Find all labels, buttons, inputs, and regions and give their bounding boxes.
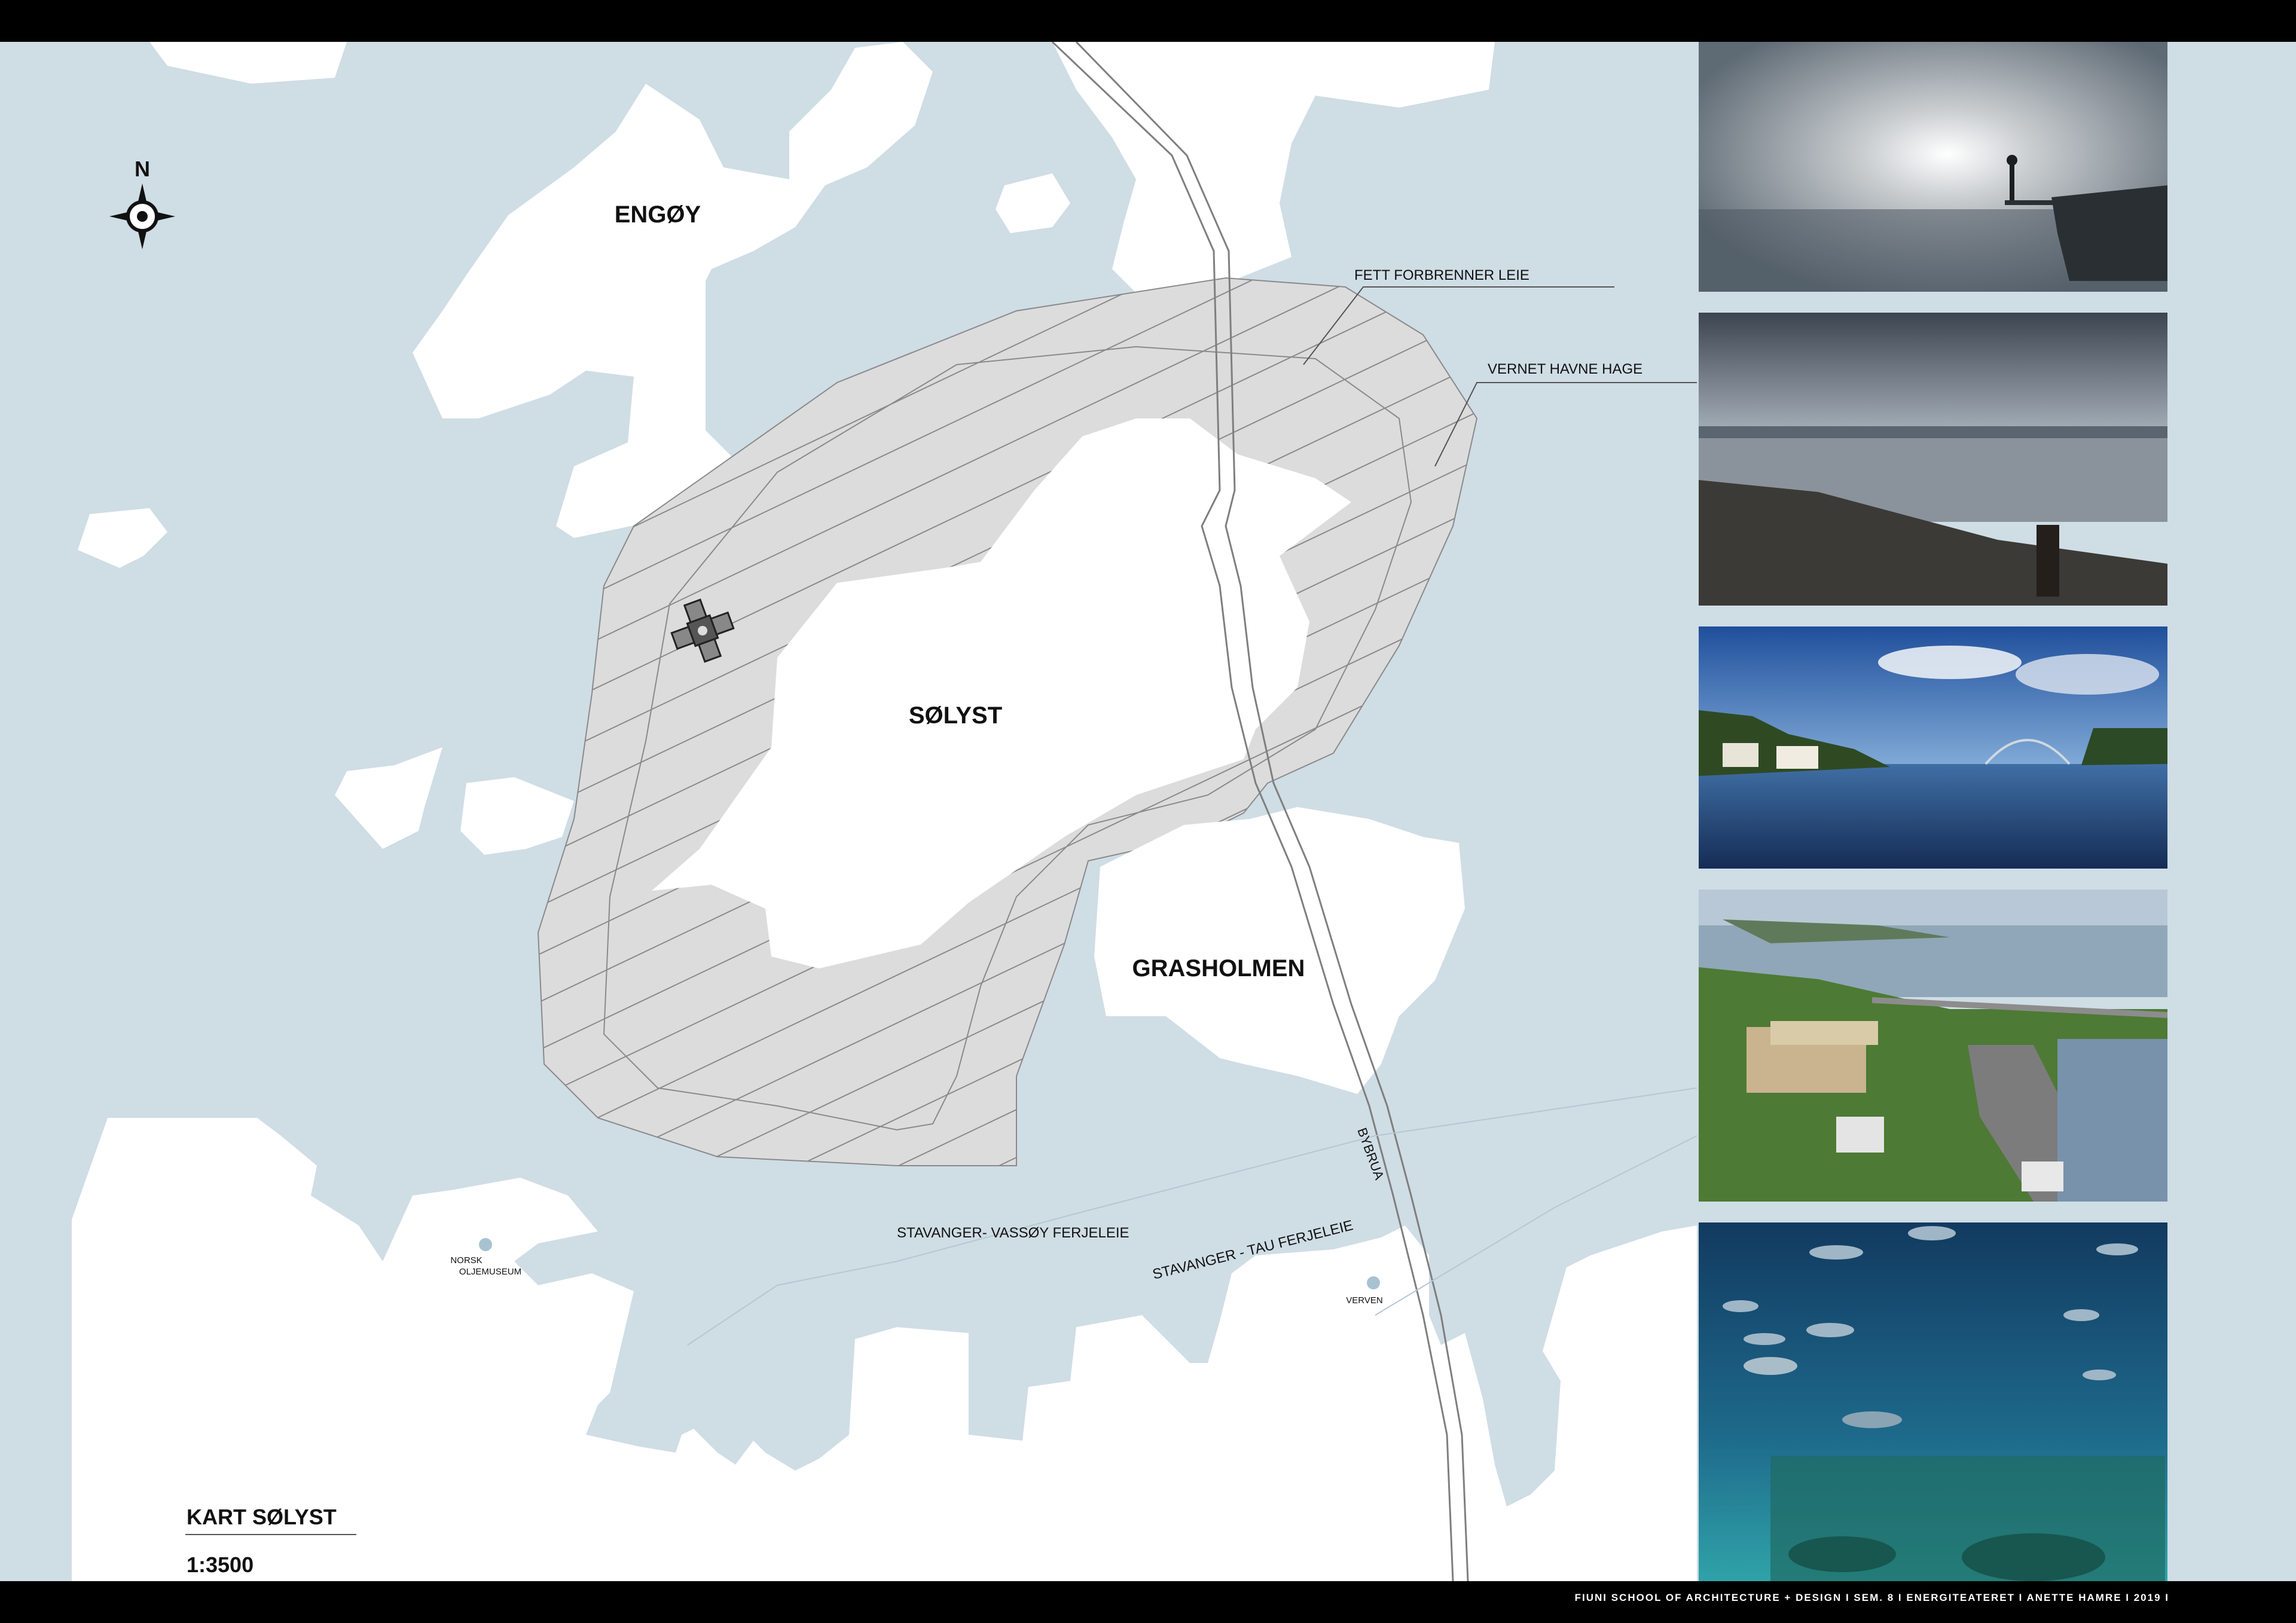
- label-engoy: ENGØY: [615, 201, 701, 228]
- north-label: N: [135, 157, 150, 181]
- label-vernet-havne-hage: VERNET HAVNE HAGE: [1488, 361, 1642, 377]
- photo-harbour-long-exposure[interactable]: [1699, 313, 2167, 606]
- label-museum-line1: NORSK: [450, 1255, 482, 1266]
- label-verven: VERVEN: [1346, 1295, 1382, 1306]
- photo-waterfront-bridge[interactable]: [1699, 626, 2167, 869]
- right-margin: [2169, 42, 2296, 1581]
- footer-credit: FIUNI SCHOOL OF ARCHITECTURE + DESIGN I …: [1574, 1592, 2169, 1603]
- label-ferry-vassoy: STAVANGER- VASSØY FERJELEIE: [897, 1225, 1129, 1241]
- label-fett-forbrenner: FETT FORBRENNER LEIE: [1354, 267, 1529, 283]
- label-grasholmen: GRASHOLMEN: [1132, 955, 1305, 982]
- site-map[interactable]: N ENGØY SØLYST GRASHOLMEN BYBRUA FETT FO…: [0, 42, 1697, 1581]
- poi-verven-marker[interactable]: [1367, 1276, 1380, 1289]
- label-solyst: SØLYST: [909, 702, 1002, 729]
- photo-strip: [1697, 42, 2169, 1581]
- top-black-bar: [0, 0, 2296, 42]
- photo-aquarium-fish[interactable]: [1699, 1222, 2167, 1581]
- map-title: KART SØLYST: [187, 1505, 337, 1529]
- photo-fog-figure-on-pier[interactable]: [1699, 42, 2167, 292]
- photo-aerial-housing-marina[interactable]: [1699, 890, 2167, 1202]
- label-museum-line2: OLJEMUSEUM: [459, 1267, 521, 1277]
- map-scale: 1:3500: [187, 1552, 254, 1577]
- poi-oljemuseum-marker[interactable]: [479, 1238, 492, 1251]
